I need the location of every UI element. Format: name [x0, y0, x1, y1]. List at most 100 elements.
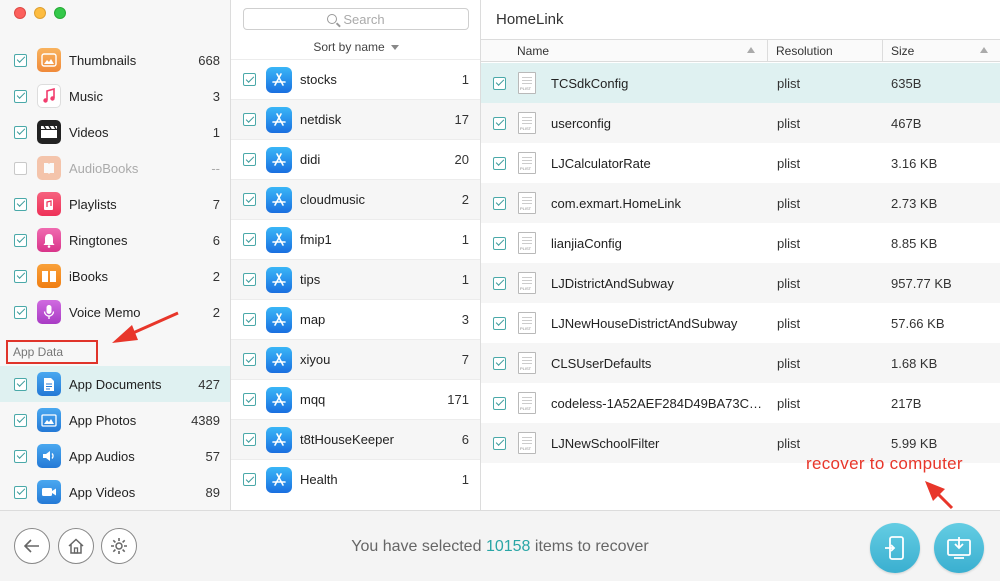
video-camera-icon — [37, 480, 61, 504]
checkbox[interactable] — [14, 89, 27, 103]
app-list-item[interactable]: t8tHouseKeeper 6 — [231, 419, 480, 459]
speaker-icon — [37, 444, 61, 468]
checkbox[interactable] — [14, 485, 27, 499]
sidebar-item-audiobooks[interactable]: AudioBooks -- — [0, 150, 230, 186]
selected-count: 10158 — [485, 538, 531, 555]
plist-file-icon — [518, 112, 536, 134]
search-placeholder: Search — [343, 11, 385, 27]
checkbox[interactable] — [493, 116, 506, 130]
minimize-window-button[interactable] — [34, 7, 46, 19]
app-list-item[interactable]: netdisk 17 — [231, 99, 480, 139]
sidebar-item-videos[interactable]: Videos 1 — [0, 114, 230, 150]
sidebar-item-app-photos[interactable]: App Photos 4389 — [0, 402, 230, 438]
checkbox[interactable] — [14, 377, 27, 391]
checkbox[interactable] — [14, 197, 27, 211]
column-header-size[interactable]: Size — [883, 40, 1000, 61]
file-resolution: plist — [777, 435, 801, 451]
checkbox[interactable] — [243, 353, 256, 366]
app-list-item[interactable]: didi 20 — [231, 139, 480, 179]
maximize-window-button[interactable] — [54, 7, 66, 19]
search-input[interactable]: Search — [243, 8, 469, 30]
recover-to-computer-button[interactable] — [934, 523, 984, 573]
checkbox[interactable] — [493, 436, 506, 450]
sidebar-item-app-videos[interactable]: App Videos 89 — [0, 474, 230, 510]
app-list-item[interactable]: xiyou 7 — [231, 339, 480, 379]
checkbox[interactable] — [493, 236, 506, 250]
checkbox[interactable] — [243, 153, 256, 166]
sort-label: Sort by name — [313, 40, 385, 54]
checkbox[interactable] — [243, 393, 256, 406]
app-list-item[interactable]: cloudmusic 2 — [231, 179, 480, 219]
item-count: 6 — [212, 232, 220, 248]
checkbox[interactable] — [493, 76, 506, 90]
checkbox[interactable] — [493, 396, 506, 410]
app-store-icon — [266, 66, 292, 93]
column-header-resolution[interactable]: Resolution — [768, 40, 883, 61]
app-list-item[interactable]: Health 1 — [231, 459, 480, 499]
checkbox[interactable] — [493, 276, 506, 290]
sidebar-item-app-audios[interactable]: App Audios 57 — [0, 438, 230, 474]
file-size: 57.66 KB — [891, 315, 945, 331]
checkbox[interactable] — [243, 73, 256, 86]
file-resolution: plist — [777, 195, 801, 211]
checkbox[interactable] — [243, 433, 256, 446]
image-icon — [37, 408, 61, 432]
table-row[interactable]: LJCalculatorRate plist 3.16 KB — [481, 143, 1000, 183]
table-row[interactable]: TCSdkConfig plist 635B — [481, 63, 1000, 103]
table-row[interactable]: LJDistrictAndSubway plist 957.77 KB — [481, 263, 1000, 303]
checkbox[interactable] — [243, 273, 256, 286]
audiobook-icon — [37, 156, 61, 180]
checkbox[interactable] — [14, 125, 27, 139]
sort-arrow-icon — [980, 47, 988, 53]
checkbox[interactable] — [493, 316, 506, 330]
sidebar-item-ringtones[interactable]: Ringtones 6 — [0, 222, 230, 258]
sidebar-item-label: Music — [69, 88, 103, 104]
app-list-item[interactable]: mqq 171 — [231, 379, 480, 419]
checkbox[interactable] — [14, 305, 27, 319]
app-list-item[interactable]: fmip1 1 — [231, 219, 480, 259]
sort-dropdown[interactable]: Sort by name — [231, 40, 480, 54]
checkbox[interactable] — [493, 196, 506, 210]
app-list-item[interactable]: map 3 — [231, 299, 480, 339]
checkbox[interactable] — [243, 473, 256, 486]
sidebar-item-app-documents[interactable]: App Documents 427 — [0, 366, 230, 402]
file-size: 957.77 KB — [891, 275, 952, 291]
app-store-icon — [266, 306, 292, 333]
table-row[interactable]: codeless-1A52AEF284D49BA73C8E… plist 217B — [481, 383, 1000, 423]
sidebar-item-ibooks[interactable]: iBooks 2 — [0, 258, 230, 294]
checkbox[interactable] — [14, 269, 27, 283]
table-row[interactable]: userconfig plist 467B — [481, 103, 1000, 143]
sidebar-item-playlists[interactable]: Playlists 7 — [0, 186, 230, 222]
checkbox[interactable] — [14, 413, 27, 427]
checkbox[interactable] — [243, 193, 256, 206]
file-resolution: plist — [777, 315, 801, 331]
sidebar-item-thumbnails[interactable]: Thumbnails 668 — [0, 42, 230, 78]
checkbox[interactable] — [14, 233, 27, 247]
table-row[interactable]: CLSUserDefaults plist 1.68 KB — [481, 343, 1000, 383]
sidebar-item-music[interactable]: Music 3 — [0, 78, 230, 114]
sidebar-item-voice-memo[interactable]: Voice Memo 2 — [0, 294, 230, 330]
checkbox[interactable] — [493, 356, 506, 370]
checkbox[interactable] — [14, 449, 27, 463]
checkbox[interactable] — [14, 161, 27, 175]
checkbox[interactable] — [14, 53, 27, 67]
close-window-button[interactable] — [14, 7, 26, 19]
app-list-item[interactable]: stocks 1 — [231, 59, 480, 99]
app-list-item[interactable]: tips 1 — [231, 259, 480, 299]
checkbox[interactable] — [493, 156, 506, 170]
table-row[interactable]: com.exmart.HomeLink plist 2.73 KB — [481, 183, 1000, 223]
app-count: 1 — [461, 232, 469, 247]
file-resolution: plist — [777, 75, 801, 91]
table-row[interactable]: lianjiaConfig plist 8.85 KB — [481, 223, 1000, 263]
sidebar-item-label: App Videos — [69, 484, 136, 500]
app-data-section-title: App Data — [6, 340, 98, 364]
app-count: 17 — [454, 112, 469, 127]
column-header-name[interactable]: Name — [481, 40, 768, 61]
plist-file-icon — [518, 232, 536, 254]
recover-to-device-button[interactable] — [870, 523, 920, 573]
checkbox[interactable] — [243, 113, 256, 126]
app-name: t8tHouseKeeper — [300, 432, 394, 447]
checkbox[interactable] — [243, 313, 256, 326]
checkbox[interactable] — [243, 233, 256, 246]
table-row[interactable]: LJNewHouseDistrictAndSubway plist 57.66 KB — [481, 303, 1000, 343]
